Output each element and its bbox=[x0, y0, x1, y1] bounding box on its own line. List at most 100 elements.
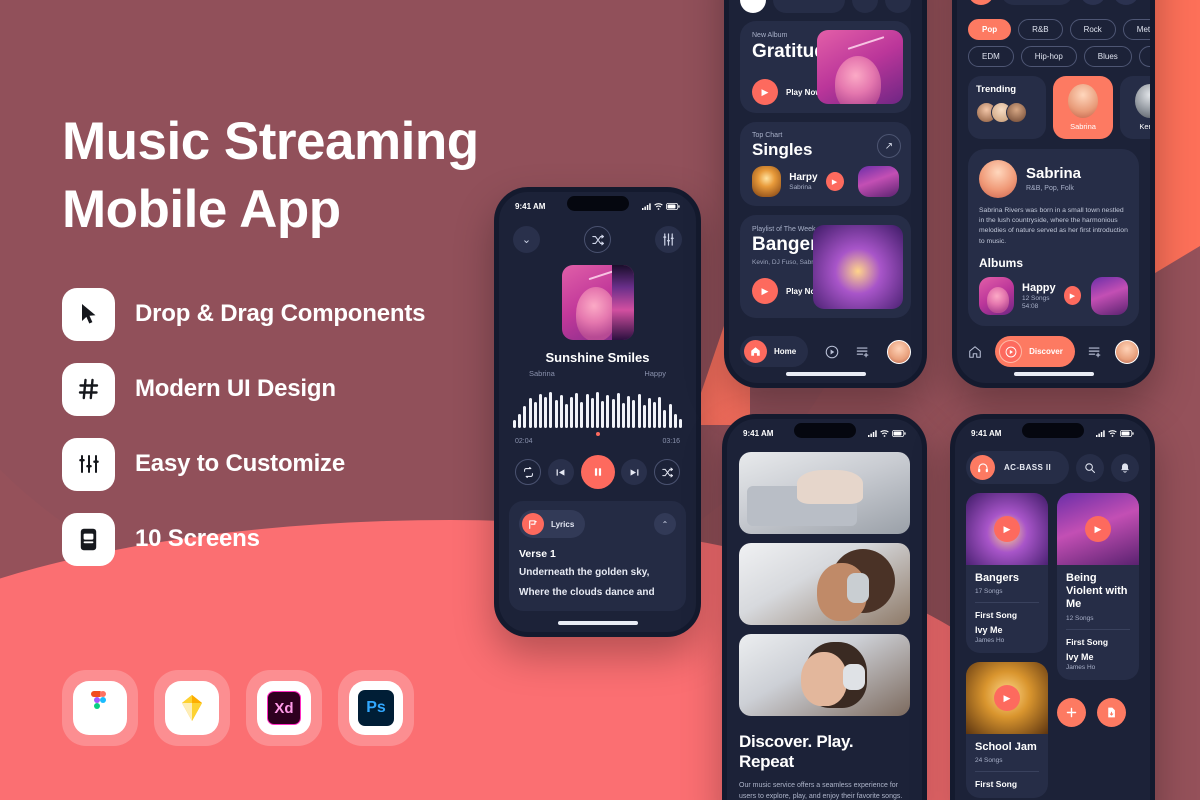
playlist-cover: ▶ bbox=[966, 662, 1048, 735]
waveform-bar bbox=[673, 414, 677, 428]
waveform-bar bbox=[679, 419, 682, 428]
tool-sketch[interactable] bbox=[154, 670, 230, 746]
profile-bio: Sabrina Rivers was born in a small town … bbox=[979, 207, 1128, 245]
track-album: Happy bbox=[644, 369, 666, 378]
playlist-name: School Jam bbox=[975, 741, 1037, 754]
avatar bbox=[1135, 84, 1150, 118]
avatar bbox=[979, 160, 1017, 198]
play-pause-button[interactable] bbox=[580, 455, 615, 489]
song-artist: Sabrina bbox=[789, 184, 812, 191]
playlist-cover: ▶ bbox=[966, 493, 1048, 565]
playlist-card-school-jam[interactable]: ▶ School Jam 24 Songs First Song bbox=[966, 662, 1048, 799]
play-icon[interactable]: ▶ bbox=[825, 172, 844, 191]
album-row[interactable]: Happy 12 Songs 54:08 ▶ bbox=[979, 276, 1128, 315]
waveform-bar bbox=[580, 402, 584, 428]
genre-chip-hiphop[interactable]: Hip-hop bbox=[1020, 46, 1077, 67]
waveform-bar bbox=[653, 402, 657, 428]
avatar-icon[interactable] bbox=[1114, 339, 1139, 364]
queue-add-icon[interactable] bbox=[856, 345, 870, 359]
adobe-xd-label: Xd bbox=[267, 691, 301, 725]
playlist-card[interactable]: Playlist of The Week Bangers Kevin, DJ F… bbox=[740, 215, 911, 318]
queue-add-icon[interactable] bbox=[1088, 345, 1102, 359]
album-artwork bbox=[561, 265, 634, 340]
playlist-card-bangers[interactable]: ▶ Bangers 17 Songs First Song Ivy Me Jam… bbox=[966, 493, 1048, 654]
tile-artist-sabrina[interactable]: Sabrina bbox=[1053, 76, 1113, 139]
tool-photoshop[interactable]: Ps bbox=[338, 670, 414, 746]
play-icon[interactable]: ▶ bbox=[994, 516, 1020, 542]
first-song-title: Ivy Me bbox=[975, 625, 1003, 636]
play-circle-icon[interactable] bbox=[825, 345, 839, 359]
genre-chip-rnb[interactable]: R&B bbox=[1018, 19, 1063, 40]
home-outline-icon[interactable] bbox=[968, 345, 982, 359]
status-icons bbox=[1096, 429, 1134, 437]
previous-button[interactable] bbox=[547, 459, 574, 485]
play-icon: ▶ bbox=[752, 79, 778, 105]
play-icon[interactable]: ▶ bbox=[1063, 286, 1082, 306]
wifi-icon bbox=[880, 429, 889, 437]
genre-chip-edm[interactable]: EDM bbox=[968, 46, 1014, 67]
tile-trending[interactable]: Trending bbox=[968, 76, 1046, 139]
search-input[interactable] bbox=[773, 0, 845, 13]
artist-tiles-row: Trending Sabrina Kenny bbox=[968, 76, 1150, 139]
nav-item-home[interactable]: Home bbox=[740, 336, 809, 367]
photoshop-label: Ps bbox=[358, 690, 394, 726]
genre-chip-rock[interactable]: Rock bbox=[1069, 19, 1116, 40]
playlist-card-being-violent[interactable]: ▶ Being Violent with Me 12 Songs First S… bbox=[1057, 493, 1139, 680]
settings-icon[interactable] bbox=[1113, 0, 1139, 5]
genre-chip-metal[interactable]: Metal bbox=[1122, 19, 1150, 40]
lyrics-header: Lyrics ⌃ bbox=[519, 510, 676, 538]
equalizer-icon[interactable] bbox=[655, 226, 682, 253]
discover-header-row bbox=[957, 0, 1150, 13]
bottom-nav: Home bbox=[740, 336, 911, 367]
feature-item-modern-ui: Modern UI Design bbox=[62, 362, 542, 416]
device-selector[interactable]: AC-BASS II bbox=[966, 451, 1069, 484]
play-icon[interactable]: ▶ bbox=[994, 685, 1020, 712]
playlist-name: Being Violent with Me bbox=[1066, 572, 1128, 611]
add-playlist-button[interactable] bbox=[1057, 697, 1086, 727]
song-title: Harpy bbox=[789, 172, 818, 183]
tile-trending-label: Trending bbox=[976, 84, 1017, 95]
avatar bbox=[1006, 102, 1027, 123]
wifi-icon bbox=[654, 202, 663, 210]
card-kicker: Top Chart bbox=[752, 132, 783, 139]
import-file-button[interactable] bbox=[1097, 697, 1126, 727]
genre-chip-blues[interactable]: Blues bbox=[1083, 46, 1132, 67]
top-chart-card[interactable]: Top Chart Singles ↗ Harpy Sabrina ▶ bbox=[740, 122, 911, 206]
avatar-icon[interactable] bbox=[887, 339, 911, 364]
waveform-bar bbox=[647, 398, 651, 428]
chevron-up-icon[interactable]: ⌃ bbox=[654, 513, 676, 535]
lyrics-line-2: Where the clouds dance and bbox=[519, 586, 655, 598]
tile-artist-kenny[interactable]: Kenny bbox=[1120, 76, 1150, 139]
wifi-icon bbox=[1108, 429, 1117, 437]
bell-icon[interactable] bbox=[852, 0, 878, 13]
poster-canvas: Music Streaming Mobile App Drop & Drag C… bbox=[0, 0, 1200, 800]
tool-adobe-xd[interactable]: Xd bbox=[246, 670, 322, 746]
avatar[interactable] bbox=[740, 0, 766, 13]
bell-icon[interactable] bbox=[1080, 0, 1106, 5]
search-icon[interactable] bbox=[1076, 453, 1104, 482]
profile-genres: R&B, Pop, Folk bbox=[1026, 184, 1074, 192]
genre-chip-more[interactable]: B bbox=[1138, 46, 1150, 67]
status-time: 9:41 AM bbox=[743, 428, 774, 438]
search-input[interactable] bbox=[1001, 0, 1073, 5]
next-button[interactable] bbox=[621, 459, 648, 485]
nav-item-discover[interactable]: Discover bbox=[995, 336, 1075, 367]
arrow-up-right-icon[interactable]: ↗ bbox=[877, 134, 901, 158]
tool-figma[interactable] bbox=[62, 670, 138, 746]
shuffle-button[interactable] bbox=[654, 459, 680, 485]
home-header-row bbox=[729, 0, 922, 21]
song-cover-secondary bbox=[857, 166, 899, 197]
settings-icon[interactable] bbox=[885, 0, 911, 13]
waveform-bar bbox=[549, 392, 553, 428]
genre-chip-pop[interactable]: Pop bbox=[968, 19, 1012, 40]
headphones-icon bbox=[970, 455, 995, 480]
shuffle-icon[interactable] bbox=[584, 226, 611, 253]
photoshop-icon: Ps bbox=[349, 681, 403, 735]
album-info: Happy 12 Songs 54:08 bbox=[1022, 282, 1056, 310]
bell-icon[interactable] bbox=[1111, 453, 1139, 482]
new-album-card[interactable]: New Album Gratitude ▶ Play Now bbox=[740, 21, 911, 113]
library-toolbar: AC-BASS II bbox=[966, 451, 1139, 484]
play-icon[interactable]: ▶ bbox=[1085, 516, 1111, 542]
library-content: AC-BASS II ▶ Bangers 17 Songs First Song… bbox=[955, 451, 1150, 799]
avatar[interactable] bbox=[968, 0, 994, 5]
